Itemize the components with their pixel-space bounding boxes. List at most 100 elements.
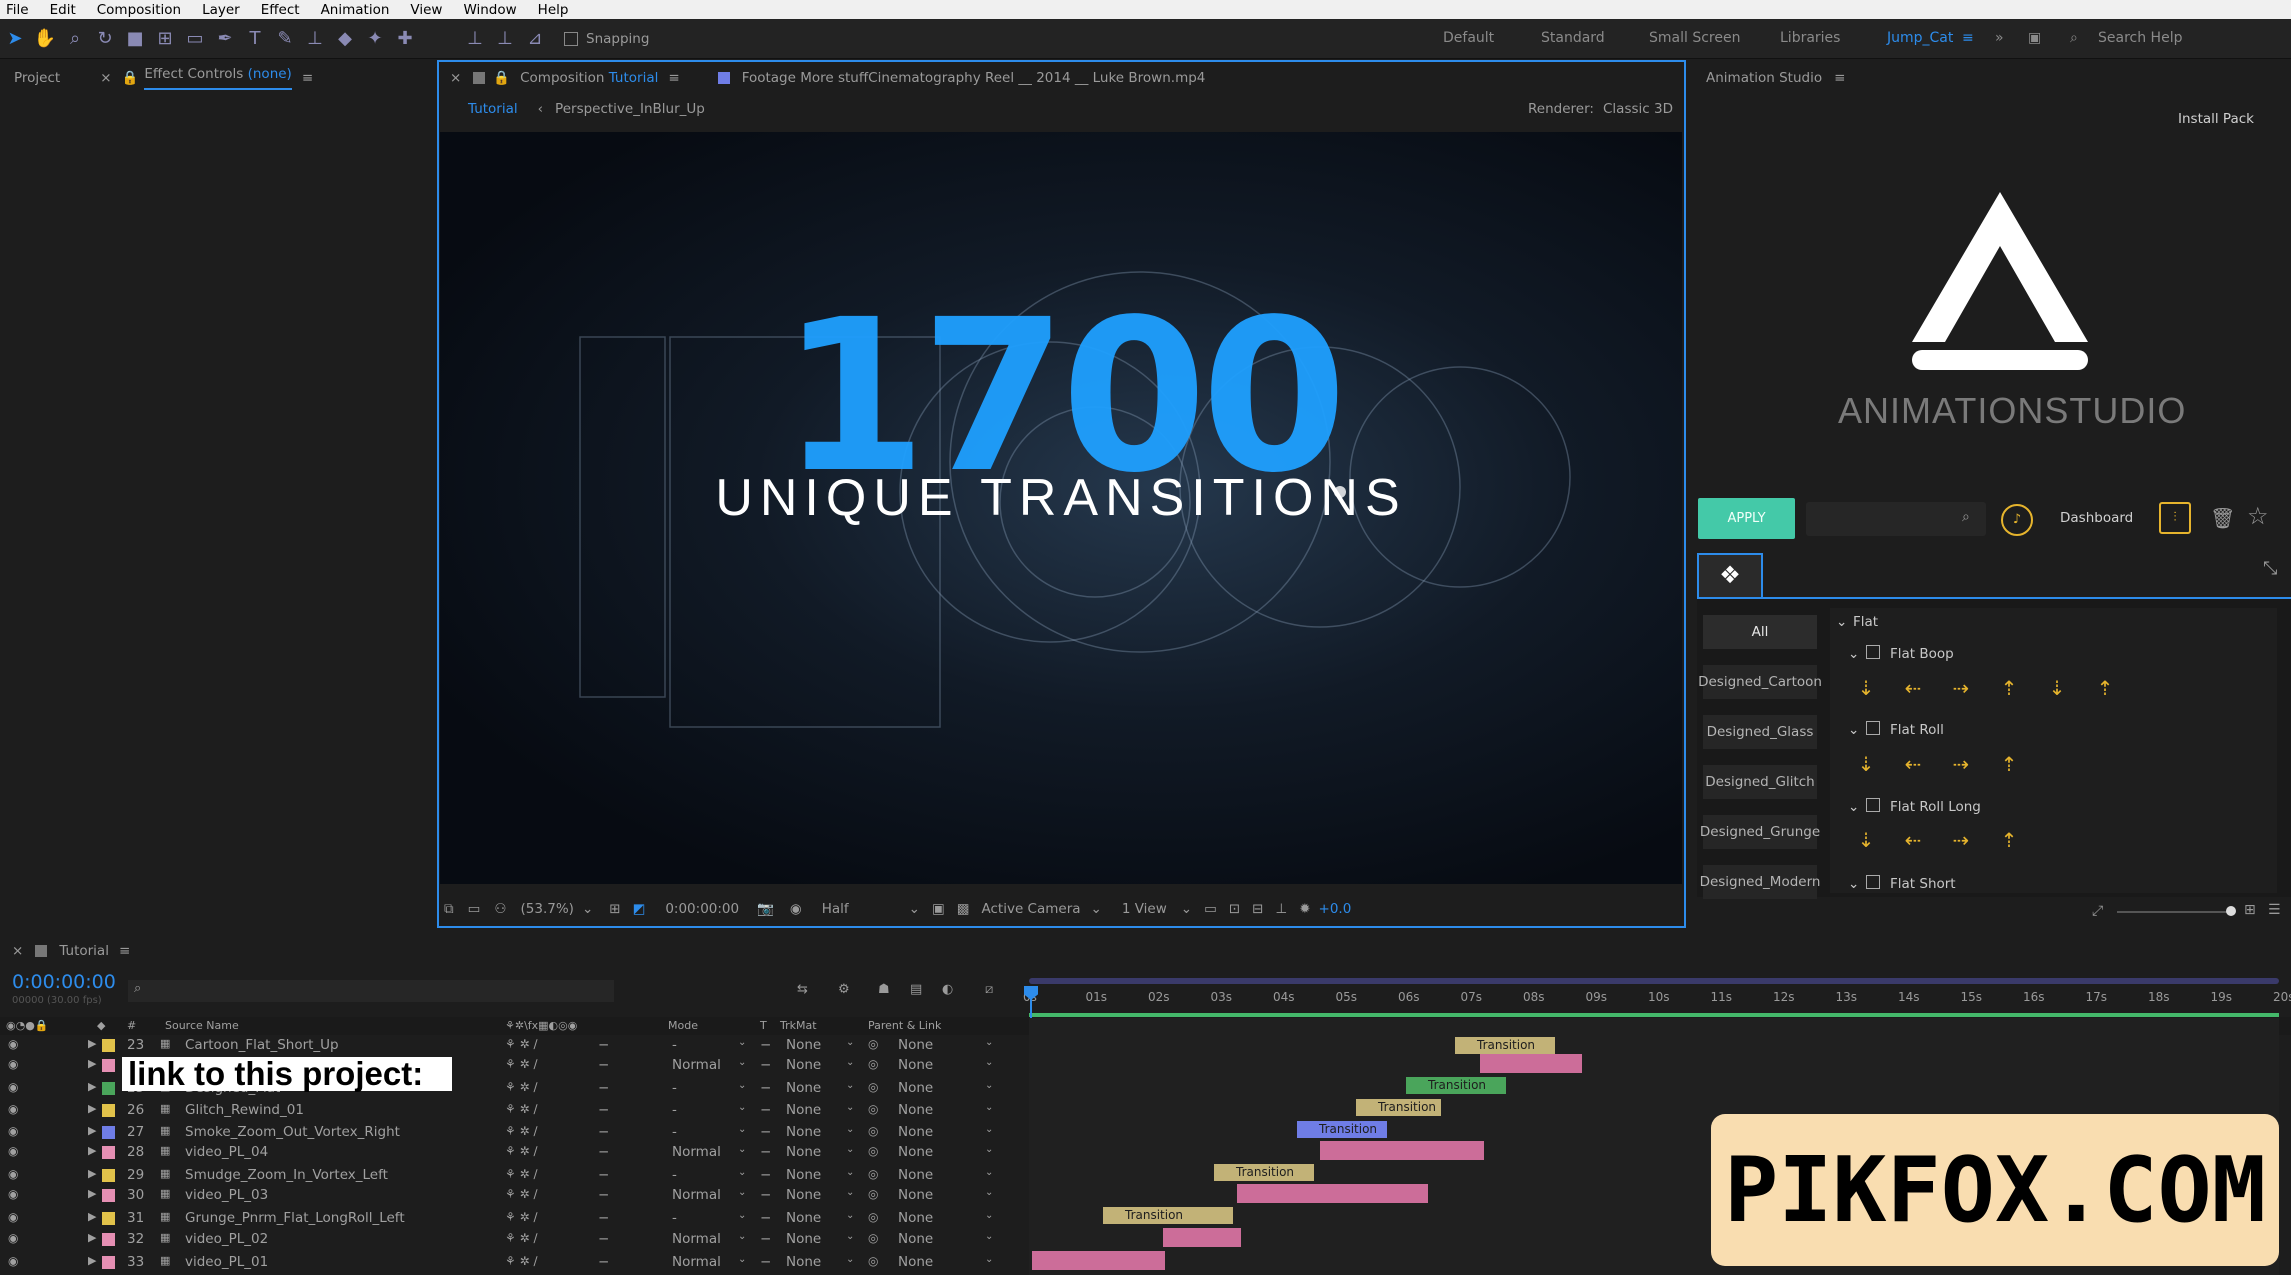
install-pack-link[interactable]: Install Pack [2178,111,2254,127]
apply-button[interactable]: APPLY [1698,498,1795,539]
chevron-down-icon[interactable]: ⌄ [738,1167,746,1178]
layer-switches-icon[interactable]: ⚘ ✲ ∕ [505,1037,537,1051]
chevron-down-icon[interactable]: ⌄ [985,1124,993,1135]
parent-select[interactable]: None [898,1080,933,1096]
chevron-down-icon[interactable]: ⌄ [738,1254,746,1265]
work-area-bar[interactable] [1029,978,2279,984]
panel-menu-icon[interactable]: ≡ [302,70,313,86]
chevron-down-icon[interactable]: ⌄ [985,1254,993,1265]
layer-mode-select[interactable]: Normal [672,1231,721,1247]
parent-select[interactable]: None [898,1254,933,1270]
parent-pickwhip-icon[interactable]: ◎ [868,1144,878,1158]
preset-arrow-left-icon[interactable]: ⇠ [1897,748,1929,780]
label-color-swatch[interactable] [102,1146,115,1159]
chevron-down-icon[interactable]: ⌄ [985,1167,993,1178]
show-channel-icon[interactable]: ◉ [790,901,802,917]
chevron-down-icon[interactable]: ⌄ [985,1187,993,1198]
chevron-down-icon[interactable]: ⌄ [985,1231,993,1242]
expand-triangle-icon[interactable]: ▶ [88,1210,96,1223]
chevron-down-icon[interactable]: ⌄ [846,1231,854,1242]
transparency-grid-icon[interactable]: ◩ [633,901,646,917]
chevron-down-icon[interactable]: ⌄ [738,1187,746,1198]
type-tool-icon[interactable]: T [240,19,270,59]
snapping-toggle[interactable]: Snapping [564,31,649,47]
list-view-icon[interactable]: ☰ [2268,902,2281,918]
quality-switch[interactable]: − [598,1231,609,1247]
transition-clip[interactable]: Transition [1103,1207,1233,1224]
trkmat-select[interactable]: None [786,1187,821,1203]
preserve-transparency[interactable]: − [760,1210,771,1226]
clone-stamp-tool-icon[interactable]: ⊥ [300,19,330,59]
layer-name[interactable]: Smoke_Zoom_Out_Vortex_Right [185,1124,400,1140]
label-color-swatch[interactable] [102,1039,115,1052]
composition-viewer[interactable]: 1700 UNIQUE TRANSITIONS [440,132,1682,884]
quality-switch[interactable]: − [598,1037,609,1053]
chevron-down-icon[interactable]: ⌄ [985,1057,993,1068]
panel-menu-icon[interactable]: ≡ [1834,70,1845,86]
parent-select[interactable]: None [898,1057,933,1073]
search-help-input[interactable]: Search Help [2098,30,2182,46]
time-ruler[interactable]: 0s01s02s03s04s05s06s07s08s09s10s11s12s13… [1023,978,2291,1018]
trkmat-select[interactable]: None [786,1167,821,1183]
eraser-tool-icon[interactable]: ◆ [330,19,360,59]
trkmat-select[interactable]: None [786,1210,821,1226]
visibility-eye-icon[interactable]: ◉ [8,1231,18,1245]
preset-arrow-left-icon[interactable]: ⇠ [1897,824,1929,856]
graph-editor-icon[interactable]: ⧄ [985,982,993,997]
parent-select[interactable]: None [898,1102,933,1118]
visibility-eye-icon[interactable]: ◉ [8,1037,18,1051]
layer-mode-select[interactable]: Normal [672,1187,721,1203]
layer-switches-icon[interactable]: ⚘ ✲ ∕ [505,1187,537,1201]
camera-select[interactable]: Active Camera [981,901,1080,917]
trash-icon[interactable]: 🗑 [2210,506,2235,530]
rotate-tool-icon[interactable]: ↻ [90,19,120,59]
transition-clip[interactable]: Transition [1406,1077,1506,1094]
chevron-down-icon[interactable]: ⌄ [846,1057,854,1068]
expand-triangle-icon[interactable]: ▶ [88,1037,96,1050]
parent-pickwhip-icon[interactable]: ◎ [868,1102,878,1116]
transition-clip[interactable]: Transition [1297,1121,1387,1138]
parent-pickwhip-icon[interactable]: ◎ [868,1167,878,1181]
preset-arrow-up-icon[interactable]: ⇡ [1993,748,2025,780]
selection-tool-icon[interactable]: ➤ [0,19,30,59]
chevron-down-icon[interactable]: ⌄ [738,1057,746,1068]
visibility-eye-icon[interactable]: ◉ [8,1167,18,1181]
video-clip[interactable] [1032,1251,1165,1270]
chevron-down-icon[interactable]: ⌄ [738,1102,746,1113]
layer-switches-icon[interactable]: ⚘ ✲ ∕ [505,1057,537,1071]
layer-switches-icon[interactable]: ⚘ ✲ ∕ [505,1254,537,1268]
chevron-down-icon[interactable]: ⌄ [738,1210,746,1221]
menu-effect[interactable]: Effect [261,2,300,18]
layer-switches-icon[interactable]: ⚘ ✲ ∕ [505,1080,537,1094]
chevron-down-icon[interactable]: ⌄ [985,1102,993,1113]
category-designed-grunge[interactable]: Designed_Grunge [1700,815,1820,849]
chevron-down-icon[interactable]: ⌄ [846,1080,854,1091]
expand-triangle-icon[interactable]: ▶ [88,1057,96,1070]
preserve-transparency[interactable]: − [760,1102,771,1118]
sync-icon[interactable]: ▣ [2028,30,2041,46]
visibility-eye-icon[interactable]: ◉ [8,1144,18,1158]
parent-pickwhip-icon[interactable]: ◎ [868,1037,878,1051]
region-of-interest-icon[interactable]: ▣ [932,901,945,917]
rectangle-tool-icon[interactable]: ▭ [180,19,210,59]
axis-local-icon[interactable]: ⊥ [460,19,490,59]
chevron-down-icon[interactable]: ⌄ [846,1210,854,1221]
label-color-swatch[interactable] [102,1059,115,1072]
category-designed-modern[interactable]: Designed_Modern [1700,865,1820,899]
preset-arrow-up-icon[interactable]: ⇡ [1993,824,2025,856]
visibility-eye-icon[interactable]: ◉ [8,1124,18,1138]
visibility-eye-icon[interactable]: ◉ [8,1080,18,1094]
parent-link-header[interactable]: Parent & Link [868,1019,941,1032]
layer-mode-select[interactable]: - [672,1102,677,1118]
current-time[interactable]: 0:00:00:00 [665,901,739,917]
parent-select[interactable]: None [898,1037,933,1053]
category-all[interactable]: All [1703,615,1817,649]
collapse-icon[interactable]: ⤡ [2263,558,2277,579]
preset-arrow-right-icon[interactable]: ⇢ [1945,824,1977,856]
puppet-pin-tool-icon[interactable]: ✚ [390,19,420,59]
layer-mode-select[interactable]: Normal [672,1254,721,1270]
quality-switch[interactable]: − [598,1057,609,1073]
quality-switch[interactable]: − [598,1080,609,1096]
timeline-search-input[interactable] [128,980,614,1002]
quality-switch[interactable]: − [598,1187,609,1203]
